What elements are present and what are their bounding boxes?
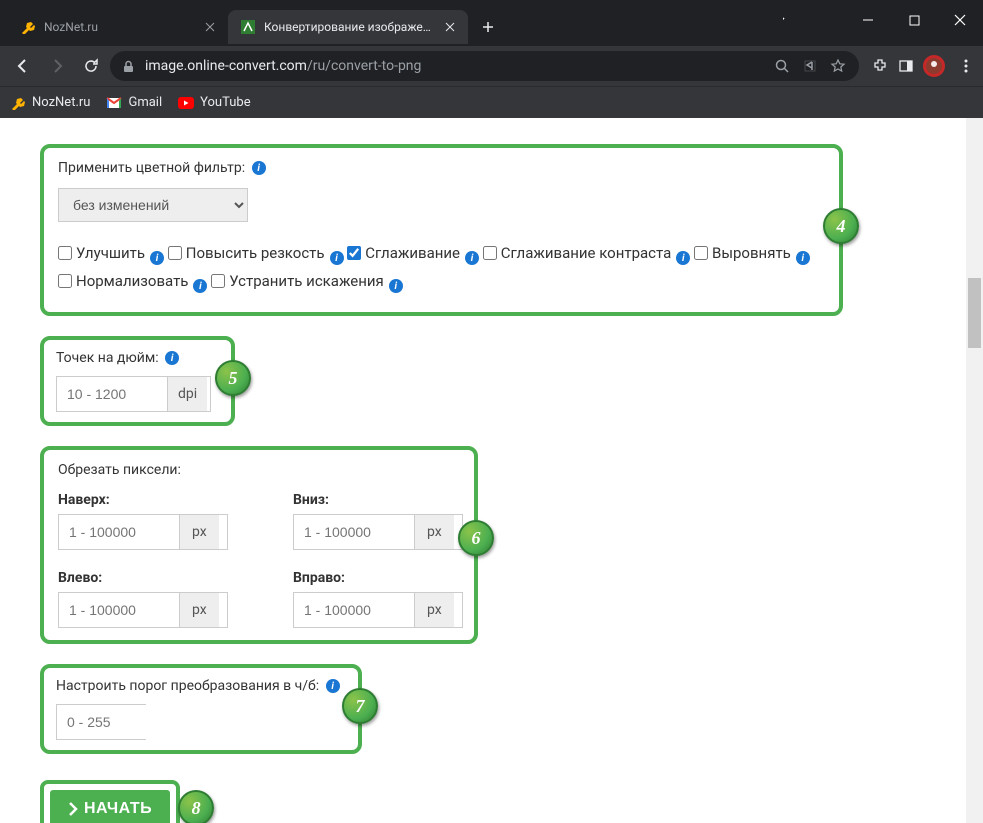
bookmark-label: YouTube xyxy=(200,95,251,110)
forward-button[interactable] xyxy=(42,51,72,81)
profile-avatar[interactable] xyxy=(923,55,945,77)
crop-bottom-input[interactable] xyxy=(294,515,414,549)
px-unit: px xyxy=(414,593,454,627)
bookmark-label: NozNet.ru xyxy=(32,95,90,110)
dpi-input[interactable] xyxy=(57,377,167,411)
contrast-smoothing-checkbox[interactable]: Сглаживание контраста xyxy=(483,244,672,262)
start-section: НАЧАТЬ 8 xyxy=(40,780,180,823)
dpi-label: Точек на дюйм: xyxy=(56,350,159,366)
px-unit: px xyxy=(414,515,454,549)
info-icon[interactable]: i xyxy=(252,161,266,175)
bookmark-star-icon[interactable] xyxy=(829,58,847,74)
window-close-button[interactable] xyxy=(937,0,983,40)
bookmarks-bar: NozNet.ru Gmail YouTube xyxy=(0,86,983,118)
annotation-badge-4: 4 xyxy=(823,208,859,244)
close-icon[interactable] xyxy=(202,19,218,35)
crop-top-label: Наверх: xyxy=(58,492,243,508)
wrench-icon xyxy=(10,95,26,111)
info-icon[interactable]: i xyxy=(389,279,403,293)
gmail-icon xyxy=(106,95,122,111)
tab-convert[interactable]: Конвертирование изображени xyxy=(228,10,468,44)
dpi-unit: dpi xyxy=(167,377,207,411)
window-minimize-button[interactable] xyxy=(845,0,891,40)
bookmark-label: Gmail xyxy=(128,95,162,110)
tab-noznet[interactable]: NozNet.ru xyxy=(8,10,228,44)
info-icon[interactable]: i xyxy=(796,251,810,265)
despeckle-checkbox[interactable]: Устранить искажения xyxy=(211,272,384,290)
annotation-badge-5: 5 xyxy=(215,360,251,396)
reload-button[interactable] xyxy=(76,51,106,81)
start-button-label: НАЧАТЬ xyxy=(84,800,152,818)
threshold-input[interactable] xyxy=(57,705,147,739)
search-icon[interactable] xyxy=(773,58,791,74)
enhance-checkbox[interactable]: Улучшить xyxy=(58,244,145,262)
bookmark-noznet[interactable]: NozNet.ru xyxy=(10,95,90,111)
annotation-badge-8: 8 xyxy=(178,790,214,823)
info-icon[interactable]: i xyxy=(165,351,179,365)
lock-icon xyxy=(122,60,135,73)
crop-top-input[interactable] xyxy=(59,515,179,549)
annotation-badge-6: 6 xyxy=(458,520,494,556)
new-tab-button[interactable] xyxy=(474,13,502,41)
bookmark-gmail[interactable]: Gmail xyxy=(106,95,162,111)
browser-toolbar: image.online-convert.com/ru/convert-to-p… xyxy=(0,46,983,86)
equalize-checkbox[interactable]: Выровнять xyxy=(694,244,791,262)
extension-icons xyxy=(871,55,975,77)
info-icon[interactable]: i xyxy=(676,251,690,265)
crop-bottom-label: Вниз: xyxy=(293,492,478,508)
info-icon[interactable]: i xyxy=(326,679,340,693)
tab-title: NozNet.ru xyxy=(44,20,196,34)
info-icon[interactable]: i xyxy=(150,251,164,265)
crop-left-label: Влево: xyxy=(58,570,243,586)
sharpen-checkbox[interactable]: Повысить резкость xyxy=(168,244,325,262)
share-icon[interactable] xyxy=(801,58,819,74)
youtube-icon xyxy=(178,95,194,111)
color-filter-section: Применить цветной фильтр: i без изменени… xyxy=(40,144,843,316)
start-button[interactable]: НАЧАТЬ xyxy=(50,790,170,823)
crop-section: Обрезать пиксели: Наверх: px Вниз: px Вл… xyxy=(40,446,478,644)
tab-strip: NozNet.ru Конвертирование изображени xyxy=(0,6,783,44)
threshold-label: Настроить порог преобразования в ч/б: xyxy=(56,678,319,694)
info-icon[interactable]: i xyxy=(465,251,479,265)
wrench-icon xyxy=(20,19,36,35)
chevron-right-icon xyxy=(68,802,78,816)
color-filter-label: Применить цветной фильтр: xyxy=(58,160,245,176)
site-icon xyxy=(240,19,256,35)
bookmark-youtube[interactable]: YouTube xyxy=(178,95,251,111)
px-unit: px xyxy=(179,515,219,549)
url-text: image.online-convert.com/ru/convert-to-p… xyxy=(145,58,763,74)
window-maximize-button[interactable] xyxy=(891,0,937,40)
dpi-section: Точек на дюйм: i dpi 5 xyxy=(40,336,235,426)
close-icon[interactable] xyxy=(442,19,458,35)
extensions-icon[interactable] xyxy=(871,58,889,74)
antialias-checkbox[interactable]: Сглаживание xyxy=(347,244,460,262)
tab-title: Конвертирование изображени xyxy=(264,20,436,34)
bw-threshold-section: Настроить порог преобразования в ч/б: i … xyxy=(40,664,362,754)
normalize-checkbox[interactable]: Нормализовать xyxy=(58,272,188,290)
panel-icon[interactable] xyxy=(897,58,915,74)
back-button[interactable] xyxy=(8,51,38,81)
annotation-badge-7: 7 xyxy=(342,688,378,724)
px-unit: px xyxy=(179,593,219,627)
color-filter-select[interactable]: без изменений xyxy=(58,188,248,222)
menu-icon[interactable] xyxy=(957,58,975,74)
crop-right-label: Вправо: xyxy=(293,570,478,586)
crop-left-input[interactable] xyxy=(59,593,179,627)
crop-right-input[interactable] xyxy=(294,593,414,627)
crop-label: Обрезать пиксели: xyxy=(58,462,181,478)
page-content: Применить цветной фильтр: i без изменени… xyxy=(0,118,983,823)
info-icon[interactable]: i xyxy=(330,251,344,265)
address-bar[interactable]: image.online-convert.com/ru/convert-to-p… xyxy=(110,51,859,81)
info-icon[interactable]: i xyxy=(193,279,207,293)
